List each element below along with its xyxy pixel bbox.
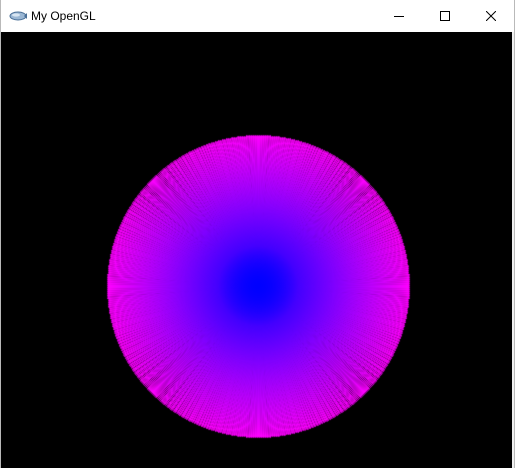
minimize-button[interactable] xyxy=(376,0,422,31)
app-window: My OpenGL xyxy=(0,0,515,468)
close-button[interactable] xyxy=(468,0,514,31)
window-right-border xyxy=(512,32,514,468)
close-icon xyxy=(486,10,496,21)
opengl-viewport[interactable] xyxy=(1,32,514,468)
minimize-icon xyxy=(394,15,404,17)
radial-fan-circle xyxy=(1,32,514,468)
title-bar[interactable]: My OpenGL xyxy=(1,0,514,32)
window-title: My OpenGL xyxy=(31,9,96,23)
maximize-icon xyxy=(440,10,450,21)
maximize-button[interactable] xyxy=(422,0,468,31)
opengl-app-icon[interactable] xyxy=(9,9,27,23)
